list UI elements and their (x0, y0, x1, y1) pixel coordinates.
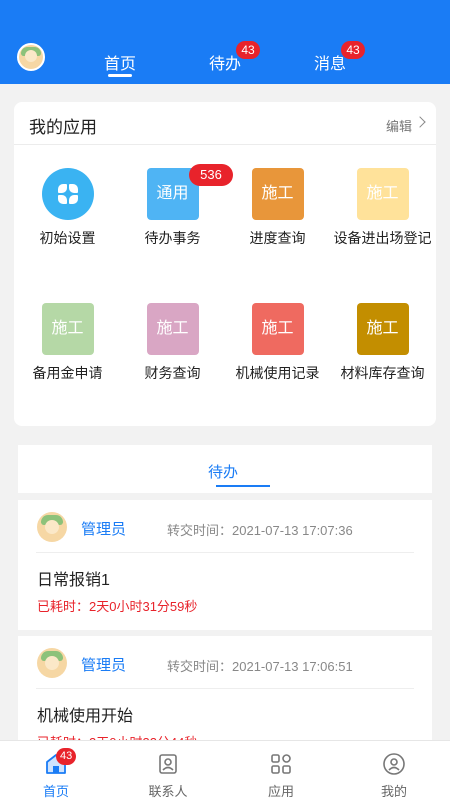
app-label: 设备进出场登记 (333, 230, 432, 246)
nav-label: 联系人 (148, 784, 188, 799)
app-label: 机械使用记录 (235, 365, 320, 381)
apps-grid-icon (271, 754, 291, 774)
app-equipment-registration[interactable]: 施工 设备进出场登记 (330, 168, 435, 249)
nav-home[interactable]: 43 首页 (0, 741, 112, 800)
todo-transfer-time: 转交时间：2021-07-13 17:07:36 (167, 523, 353, 538)
app-label: 财务查询 (144, 365, 201, 381)
tab-todo-indicator (216, 485, 270, 487)
chevron-right-icon[interactable] (414, 116, 426, 128)
todo-badge: 43 (236, 41, 260, 59)
divider (36, 552, 414, 553)
app-progress-query[interactable]: 施工 进度查询 (225, 168, 330, 249)
tab-home-indicator (108, 74, 132, 77)
app-tile: 施工 (146, 303, 199, 355)
app-petty-cash[interactable]: 施工 备用金申请 (15, 303, 120, 384)
app-material-stock[interactable]: 施工 材料库存查询 (330, 303, 435, 384)
app-label: 待办事务 (144, 230, 201, 246)
avatar-face (45, 656, 59, 670)
nav-contacts[interactable]: 联系人 (112, 741, 224, 800)
top-header: 首页 待办 43 消息 43 (0, 0, 450, 84)
tab-todo-list[interactable]: 待办 (208, 461, 238, 482)
app-label: 材料库存查询 (340, 365, 425, 381)
todo-item[interactable]: 管理员 转交时间：2021-07-13 17:07:36 日常报销1 已耗时：2… (18, 500, 432, 630)
profile-icon (383, 753, 405, 775)
home-badge: 43 (56, 748, 77, 765)
todo-section-tabs: 待办 (18, 445, 432, 493)
app-tile: 施工 (356, 168, 409, 220)
avatar-face (25, 50, 37, 62)
todo-title: 日常报销1 (37, 572, 110, 589)
divider (36, 688, 414, 689)
todo-affairs-badge: 536 (189, 164, 233, 186)
nav-mine[interactable]: 我的 (338, 741, 450, 800)
edit-button[interactable]: 编辑 (386, 116, 412, 135)
app-label: 备用金申请 (32, 365, 103, 381)
user-avatar (37, 512, 67, 542)
messages-badge: 43 (341, 41, 365, 59)
app-tile: 施工 (251, 168, 304, 220)
my-apps-header: 我的应用 编辑 (14, 102, 436, 145)
todo-user-name: 管理员 (81, 521, 127, 538)
my-apps-card: 我的应用 编辑 初始设置 通用 待办事务 施工 进度查询 施工 设备进出场登记 … (14, 102, 436, 426)
app-label: 初始设置 (39, 230, 96, 246)
app-tile: 施工 (356, 303, 409, 355)
app-tile: 施工 (41, 303, 94, 355)
app-tile: 施工 (251, 303, 304, 355)
tab-home[interactable]: 首页 (104, 50, 136, 74)
app-finance-query[interactable]: 施工 财务查询 (120, 303, 225, 384)
bottom-nav: 43 首页 联系人 应用 我的 (0, 740, 450, 800)
app-label: 进度查询 (249, 230, 306, 246)
my-apps-title: 我的应用 (29, 118, 97, 137)
app-initial-settings[interactable]: 初始设置 (15, 168, 120, 249)
nav-apps[interactable]: 应用 (225, 741, 337, 800)
todo-user-name: 管理员 (81, 657, 127, 674)
user-avatar[interactable] (17, 43, 45, 71)
todo-elapsed: 已耗时：2天0小时31分59秒 (37, 599, 198, 614)
todo-transfer-time: 转交时间：2021-07-13 17:06:51 (167, 659, 353, 674)
app-machine-usage[interactable]: 施工 机械使用记录 (225, 303, 330, 384)
pinwheel-icon (41, 168, 94, 220)
nav-label: 首页 (42, 784, 69, 799)
avatar-face (45, 520, 59, 534)
todo-title: 机械使用开始 (37, 708, 134, 725)
nav-label: 应用 (267, 784, 294, 799)
contacts-icon (159, 754, 177, 774)
nav-label: 我的 (380, 784, 407, 799)
user-avatar (37, 648, 67, 678)
